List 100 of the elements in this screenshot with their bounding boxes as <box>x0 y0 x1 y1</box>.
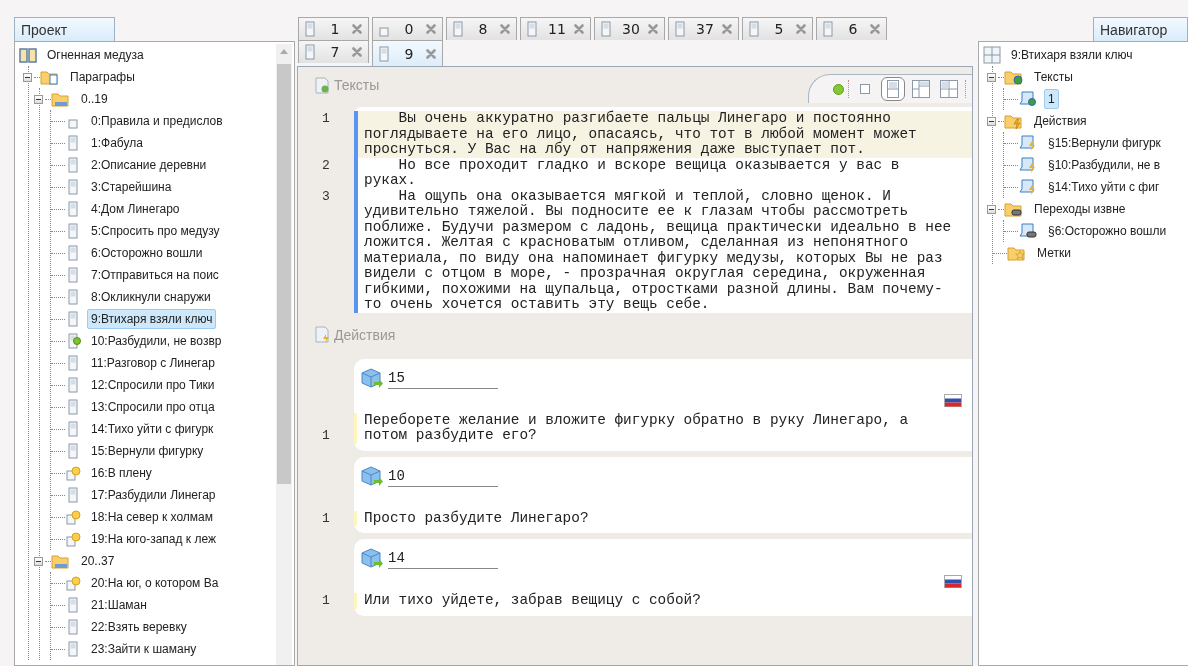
close-icon[interactable] <box>426 24 436 34</box>
tree-item[interactable]: 3:Старейшина <box>87 177 176 197</box>
document-tab[interactable]: 11 <box>520 17 591 40</box>
tree-item[interactable]: 21:Шаман <box>87 595 151 615</box>
collapse-toggle[interactable] <box>34 94 43 104</box>
tree-item[interactable]: 6:Осторожно вошли <box>87 243 207 263</box>
tree-item[interactable]: 8:Окликнули снаружи <box>87 287 215 307</box>
tree-item[interactable]: 9:Втихаря взяли ключ <box>87 309 217 329</box>
tree-item[interactable]: 17:Разбудили Линегар <box>87 485 220 505</box>
tree-item[interactable]: 19:На юго-запад к леж <box>87 529 220 549</box>
target-field[interactable]: 15 <box>388 369 498 389</box>
page-icon <box>65 355 81 371</box>
line-number: 2 <box>321 157 331 175</box>
document-tab[interactable]: 6 <box>816 17 887 40</box>
document-tab[interactable]: 0 <box>372 17 443 40</box>
document-tab[interactable]: 30 <box>594 17 665 40</box>
tree-item[interactable]: §10:Разбудили, не в <box>1044 155 1165 175</box>
layout-button[interactable] <box>909 77 933 101</box>
tree-item[interactable]: §6:Осторожно вошли <box>1044 221 1171 241</box>
tree-item[interactable]: 1:Фабула <box>87 133 147 153</box>
tree-item[interactable]: 0:Правила и предислов <box>87 111 227 131</box>
tree-item[interactable]: 10:Разбудили, не возвр <box>87 331 226 351</box>
section-title: Действия <box>334 326 396 343</box>
tree-item[interactable]: 2:Описание деревни <box>87 155 211 175</box>
close-icon[interactable] <box>796 24 806 34</box>
tree-item[interactable]: 18:На север к холмам <box>87 507 217 527</box>
collapse-toggle[interactable] <box>987 72 996 82</box>
page-dot-icon <box>65 575 81 591</box>
close-icon[interactable] <box>352 47 362 57</box>
tree-item[interactable]: Переходы извне <box>1030 199 1130 219</box>
tree-item[interactable]: 13:Спросили про отца <box>87 397 219 417</box>
close-icon[interactable] <box>870 24 880 34</box>
tree-item[interactable]: 11:Разговор с Линегар <box>87 353 219 373</box>
tree-item[interactable]: 20..37 <box>77 551 119 571</box>
collapse-toggle[interactable] <box>23 72 32 82</box>
page-dot-icon <box>65 465 81 481</box>
collapse-toggle[interactable] <box>987 116 996 126</box>
layout-button[interactable] <box>881 77 905 101</box>
page-icon <box>65 267 81 283</box>
target-field[interactable]: 14 <box>388 550 498 569</box>
tree-item[interactable]: Тексты <box>1030 67 1077 87</box>
tree-item[interactable]: Действия <box>1030 111 1091 131</box>
document-icon <box>314 326 330 343</box>
tree-item[interactable]: 7:Отправиться на поис <box>87 265 223 285</box>
collapse-toggle[interactable] <box>987 204 996 214</box>
tree-item[interactable]: 1 <box>1044 89 1059 109</box>
tree-item[interactable]: Огненная медуза <box>43 45 148 65</box>
scroll-up-icon[interactable] <box>279 48 289 54</box>
tree-item[interactable]: 20:На юг, о котором Ва <box>87 573 223 593</box>
tree-item[interactable]: 0..19 <box>77 89 112 109</box>
action-text[interactable]: Просто разбудите Линегаро? <box>354 510 952 526</box>
close-icon[interactable] <box>426 48 436 59</box>
block-arrow-icon <box>360 366 384 389</box>
document-tab[interactable]: 9 <box>372 40 443 66</box>
tree-item[interactable]: Метки <box>1033 243 1075 263</box>
status-dot <box>833 83 844 95</box>
action-text[interactable]: Переборете желание и вложите фигурку обратно в руку Линегаро, а потом разбудите его? <box>354 412 952 444</box>
page-icon <box>65 289 81 305</box>
scrollbar[interactable] <box>276 44 292 665</box>
layout-button[interactable] <box>937 77 961 101</box>
paragraph-text[interactable]: Но все проходит гладко и вскоре вещица оказывается у вас в руках. <box>354 157 952 189</box>
page-icon <box>65 157 81 173</box>
tree-item[interactable]: 23:Зайти к шаману <box>87 639 201 659</box>
tree-item[interactable]: 9:Втихаря взяли ключ <box>1007 45 1137 65</box>
tree-item[interactable]: §14:Тихо уйти с фиг <box>1044 177 1164 197</box>
tree-item[interactable]: Параграфы <box>66 67 139 87</box>
panel-tab[interactable]: Проект <box>14 17 115 41</box>
flag-icon[interactable] <box>944 394 962 407</box>
document-tab[interactable]: 37 <box>668 17 739 40</box>
page-icon <box>746 21 762 37</box>
tree-item[interactable]: 15:Вернули фигурку <box>87 441 208 461</box>
tree-item[interactable]: 12:Спросили про Тики <box>87 375 219 395</box>
target-field[interactable]: 10 <box>388 467 498 487</box>
close-icon[interactable] <box>500 24 510 34</box>
panel-tab[interactable]: Навигатор <box>1093 17 1188 41</box>
document-tab[interactable]: 5 <box>742 17 813 40</box>
close-icon[interactable] <box>648 24 658 34</box>
collapse-toggle[interactable] <box>34 556 43 566</box>
page-icon <box>598 21 614 37</box>
document-tab[interactable]: 1 <box>298 17 369 40</box>
page-dot-icon <box>65 509 81 525</box>
action-text[interactable]: Или тихо уйдете, забрав вещицу с собой? <box>354 593 952 609</box>
tree-item[interactable]: 14:Тихо уйти с фигурк <box>87 419 218 439</box>
flag-icon[interactable] <box>944 574 962 588</box>
document-tab[interactable]: 8 <box>446 17 517 40</box>
folder-icon <box>51 552 71 570</box>
tree-item[interactable]: 5:Спросить про медузу <box>87 221 224 241</box>
folder-icon <box>40 68 60 86</box>
tree-item[interactable]: 22:Взять веревку <box>87 617 191 637</box>
line-number: 1 <box>321 428 331 444</box>
page-icon <box>65 377 81 393</box>
paragraph-text[interactable]: На ощупь она оказывается мягкой и теплой, словно щенок. И удивительно тяжелой. Вы подносите ее к глазам чтобы рассмотреть поближе. Будучи размером с ладонь, вещица практически идеально в нее ложится. Желтая с красноватым отливом, сделанная из непонятного материала, по виду она напоминает фигурку медузы, которых Вы не раз видели с отцом в море, - прозрачная округлая середина, окруженная гибкими, похожими на щупальца, отростками разной длины. Вам почему-то очень хочется оставить эту вещь себе. <box>354 188 952 313</box>
close-icon[interactable] <box>352 24 362 34</box>
tree-item[interactable]: 4:Дом Линегаро <box>87 199 184 219</box>
close-icon[interactable] <box>722 24 732 34</box>
close-icon[interactable] <box>574 24 584 34</box>
tree-item[interactable]: 16:В плену <box>87 463 156 483</box>
document-tab[interactable]: 7 <box>298 40 369 63</box>
tree-item[interactable]: §15:Вернули фигурк <box>1044 133 1165 153</box>
page-icon <box>820 21 836 37</box>
